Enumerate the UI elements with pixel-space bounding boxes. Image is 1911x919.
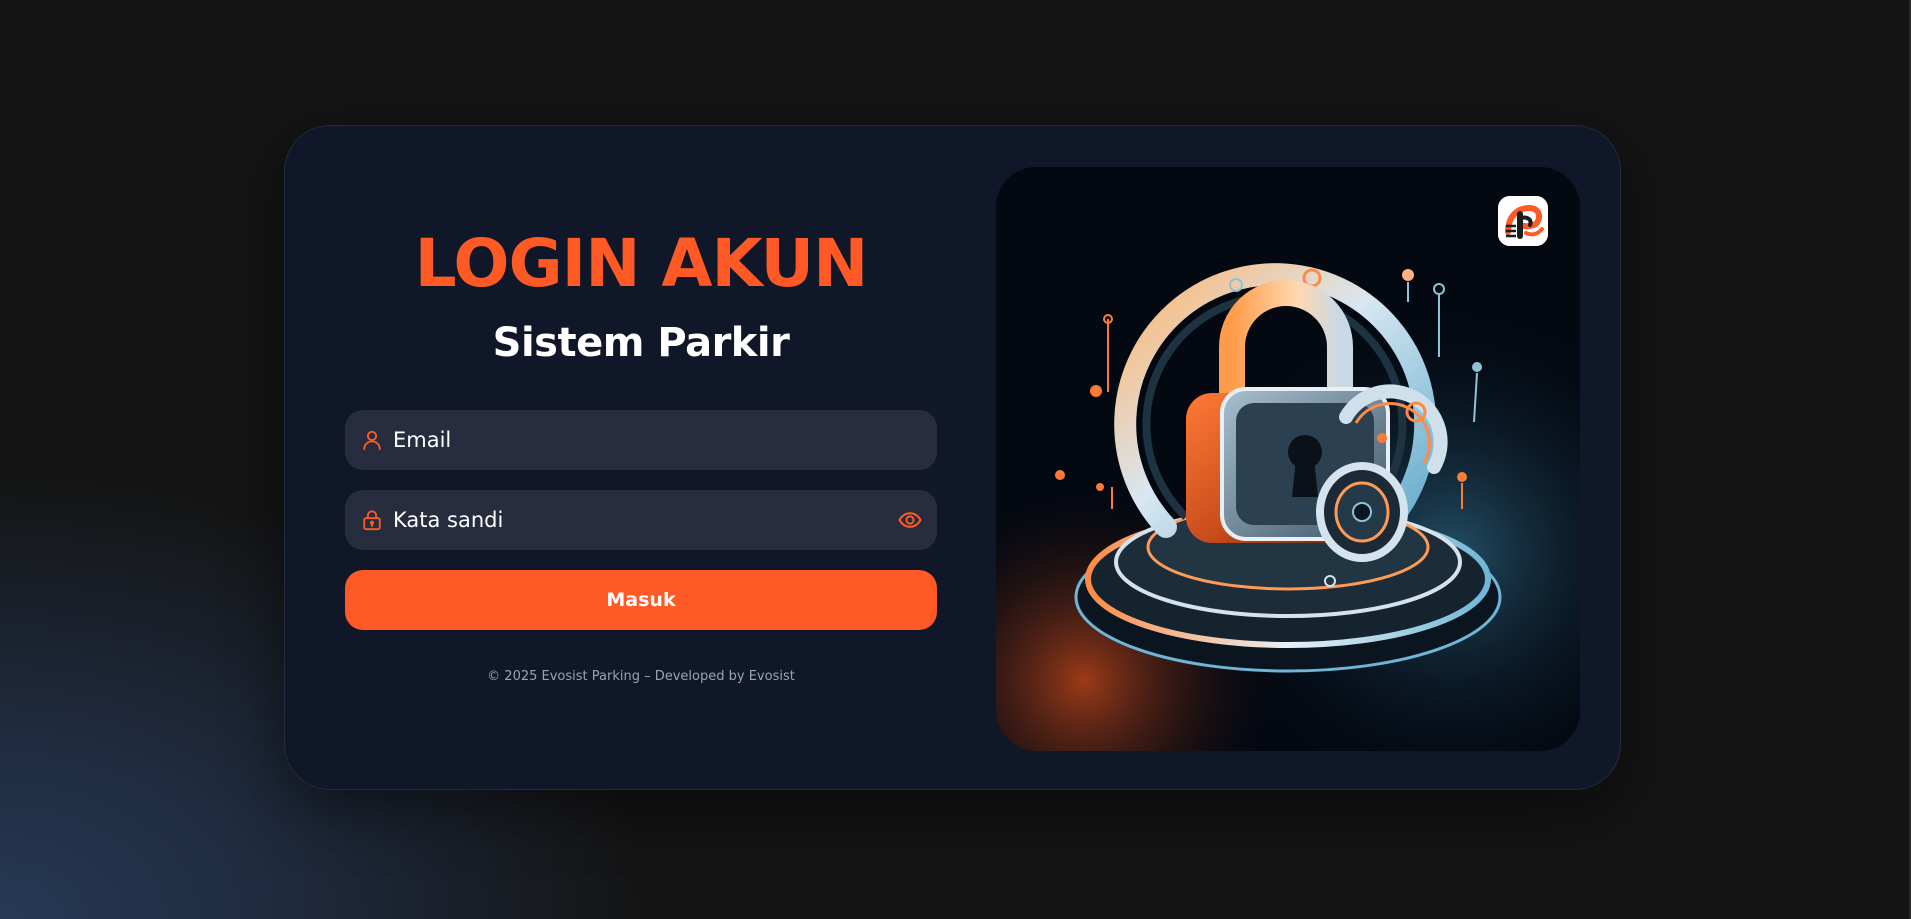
- user-icon: [361, 429, 383, 451]
- login-button[interactable]: Masuk: [345, 570, 937, 630]
- lock-icon: [361, 509, 383, 531]
- email-field[interactable]: [345, 410, 937, 470]
- padlock-illustration: [996, 167, 1580, 751]
- password-field[interactable]: [345, 490, 937, 550]
- login-form: LOGIN AKUN Sistem Parkir Email Masuk © 2…: [345, 126, 937, 789]
- login-card: LOGIN AKUN Sistem Parkir Email Masuk © 2…: [284, 125, 1621, 790]
- footer-copyright: © 2025 Evosist Parking – Developed by Ev…: [487, 669, 795, 684]
- password-input[interactable]: [393, 490, 863, 550]
- page-subtitle: Sistem Parkir: [492, 320, 790, 366]
- evosist-parking-logo: [1498, 196, 1548, 246]
- security-lock-artwork: [996, 167, 1580, 751]
- page-title: LOGIN AKUN: [414, 225, 869, 302]
- eye-icon[interactable]: [897, 507, 923, 533]
- email-input[interactable]: [393, 410, 863, 470]
